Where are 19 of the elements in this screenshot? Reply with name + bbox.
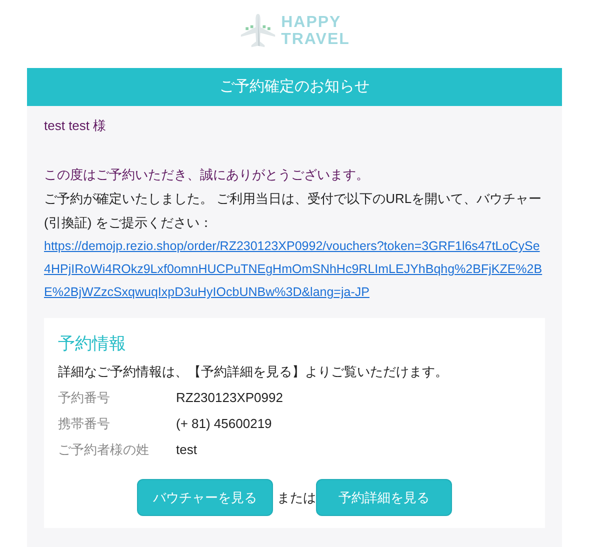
field-value: (+ 81) 45600219 bbox=[176, 415, 273, 433]
logo-text: TRAVEL bbox=[281, 31, 350, 48]
voucher-link[interactable]: https://demojp.rezio.shop/order/RZ230123XP0992/vouchers?token=3GRF1l6s47tLoCySe4HPjIRoWi4ROkz9Lxf0omnHUCPuTNEgHmOmSNhHc9RLImLEJYhBqhg%2BFjKZE%2BE%2BjWZzcSxqwuqIxpD3uHyIOcbUNBw%3D&lang=ja-JP bbox=[44, 235, 545, 304]
greeting-text: test test 様 bbox=[44, 117, 108, 135]
details-button[interactable]: 予約詳細を見る bbox=[316, 479, 452, 516]
logo-text: HAPPY bbox=[281, 14, 342, 31]
header-title: ご予約確定のお知らせ bbox=[27, 68, 562, 106]
thanks-text: この度はご予約いただき、誠にありがとうございます。 bbox=[44, 166, 370, 184]
separator-text: または bbox=[277, 488, 316, 506]
info-note: 詳細なご予約情報は、【予約詳細を見る】よりご覧いただけます。 bbox=[58, 363, 449, 381]
confirmation-text: ご予約が確定いたしました。 ご利用当日は、受付で以下のURLを開いて、バウチャー (引換証) をご提示ください： bbox=[44, 190, 543, 232]
section-title: 予約情報 bbox=[58, 333, 127, 355]
field-value: RZ230123XP0992 bbox=[176, 389, 284, 407]
field-value: test bbox=[176, 441, 198, 459]
field-label: 予約番号 bbox=[58, 389, 111, 407]
field-label: ご予約者様の姓 bbox=[58, 441, 150, 459]
field-label: 携帯番号 bbox=[58, 415, 111, 433]
airplane-icon bbox=[239, 12, 278, 50]
voucher-button[interactable]: バウチャーを見る bbox=[137, 479, 273, 516]
